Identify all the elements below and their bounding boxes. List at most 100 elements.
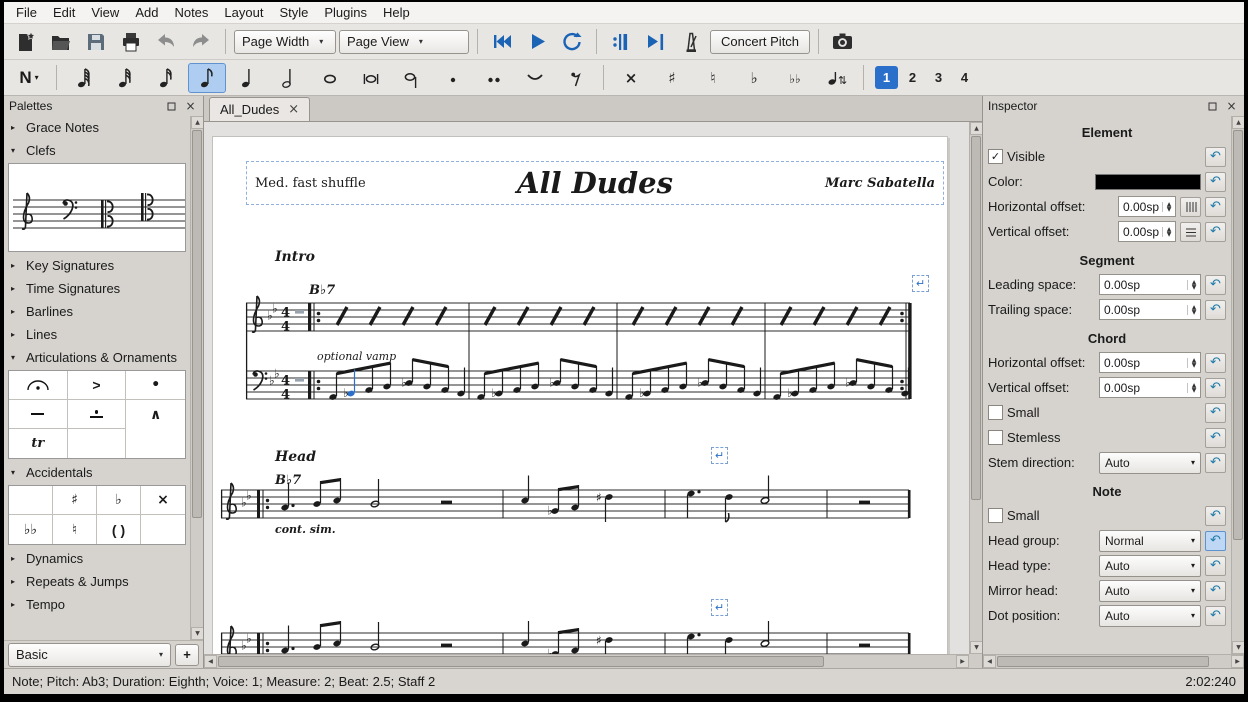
palette-item-key-signatures[interactable]: ▸Key Signatures [4, 254, 190, 277]
score-canvas[interactable]: Med. fast shuffle All Dudes Marc Sabatel… [204, 122, 982, 668]
flat-icon[interactable]: ♭ [735, 63, 773, 93]
score-vertical-scrollbar[interactable]: ▲ ▼ [969, 122, 982, 654]
menu-item-plugins[interactable]: Plugins [316, 3, 375, 22]
zoom-select[interactable]: Page Width▾ [234, 30, 336, 54]
close-panel-icon[interactable]: × [183, 99, 198, 114]
scroll-right-icon[interactable]: ▶ [956, 655, 969, 668]
snap-vertical-grid-button[interactable] [1180, 222, 1201, 242]
note-small-checkbox[interactable] [988, 508, 1003, 523]
stem-direction-select[interactable]: Auto▾ [1099, 452, 1201, 474]
voice-2-button[interactable]: 2 [901, 66, 924, 89]
title-frame[interactable]: Med. fast shuffle All Dudes Marc Sabatel… [246, 161, 944, 205]
palette-item-accidentals[interactable]: ▾Accidentals [4, 461, 190, 484]
menu-item-edit[interactable]: Edit [45, 3, 83, 22]
note-eighth-icon[interactable] [188, 63, 226, 93]
element-vertical-offset-spinbox[interactable]: 0.00sp▲▼ [1118, 221, 1176, 242]
loop-playback-button[interactable] [556, 27, 588, 56]
play-button[interactable] [521, 27, 553, 56]
reset-mirror-head-button[interactable]: ↶ [1205, 581, 1226, 601]
scroll-down-icon[interactable]: ▼ [1232, 641, 1244, 654]
menu-item-layout[interactable]: Layout [216, 3, 271, 22]
inspector-scrollbar[interactable]: ▲ ▼ [1231, 116, 1244, 654]
reset-head-type-button[interactable]: ↶ [1205, 556, 1226, 576]
menu-item-file[interactable]: File [8, 3, 45, 22]
palette-articulation-accent[interactable]: > [68, 371, 127, 400]
palette-item-barlines[interactable]: ▸Barlines [4, 300, 190, 323]
leading-space-spinbox[interactable]: 0.00sp▲▼ [1099, 274, 1201, 295]
palette-articulation-marcato[interactable]: ∧ [126, 400, 185, 429]
image-capture-button[interactable] [827, 27, 859, 56]
reset-stemless-button[interactable]: ↶ [1205, 428, 1226, 448]
composer-text[interactable]: Marc Sabatella [765, 176, 935, 191]
voice-1-button[interactable]: 1 [875, 66, 898, 89]
score-system-1[interactable]: ♭♭♭♭4444B♭7optional vamp♭♭♭♭♭♭♭♭ [213, 281, 913, 431]
line-break-icon[interactable]: ↵ [711, 447, 728, 464]
head-group-select[interactable]: Normal▾ [1099, 530, 1201, 552]
palette-articulation-empty-2[interactable] [126, 429, 185, 458]
scroll-down-icon[interactable]: ▼ [191, 627, 203, 640]
palette-accidental-double-flat[interactable]: ♭♭ [9, 515, 53, 544]
chord-small-checkbox[interactable] [988, 405, 1003, 420]
scroll-up-icon[interactable]: ▲ [1232, 116, 1244, 129]
palette-articulation-empty-1[interactable] [68, 429, 127, 458]
visible-checkbox[interactable]: ✓ [988, 149, 1003, 164]
eighth-rest-icon[interactable] [557, 63, 595, 93]
palette-item-lines[interactable]: ▸Lines [4, 323, 190, 346]
open-file-button[interactable] [45, 27, 77, 56]
augmentation-dot-icon[interactable] [434, 63, 472, 93]
menu-item-view[interactable]: View [83, 3, 127, 22]
scroll-left-icon[interactable]: ◀ [204, 655, 217, 668]
section-label-intro[interactable]: Intro [275, 249, 315, 265]
menu-item-add[interactable]: Add [127, 3, 166, 22]
pan-score-toggle[interactable] [640, 27, 672, 56]
palette-accidental-empty-2[interactable] [141, 515, 185, 544]
palette-accidental-flat[interactable]: ♭ [97, 486, 141, 515]
menu-item-style[interactable]: Style [271, 3, 316, 22]
stemless-checkbox[interactable] [988, 430, 1003, 445]
tempo-text[interactable]: Med. fast shuffle [255, 176, 425, 191]
palette-accidental-sharp[interactable]: ♯ [53, 486, 97, 515]
menu-item-help[interactable]: Help [375, 3, 418, 22]
note-longa-icon[interactable] [393, 63, 431, 93]
double-flat-icon[interactable]: ♭♭ [776, 63, 814, 93]
float-panel-icon[interactable] [1205, 99, 1220, 114]
reset-visible-button[interactable]: ↶ [1205, 147, 1226, 167]
reset-element-horizontal-offset-button[interactable]: ↶ [1205, 197, 1226, 217]
palette-articulation-tenuto[interactable] [9, 400, 68, 429]
undo-button[interactable] [150, 27, 182, 56]
close-tab-icon[interactable]: × [288, 102, 299, 117]
reset-element-vertical-offset-button[interactable]: ↶ [1205, 222, 1226, 242]
save-button[interactable] [80, 27, 112, 56]
reset-chord-horizontal-offset-button[interactable]: ↶ [1205, 353, 1226, 373]
mirror-head-select[interactable]: Auto▾ [1099, 580, 1201, 602]
note-half-icon[interactable] [270, 63, 308, 93]
palette-accidental-natural[interactable]: ♮ [53, 515, 97, 544]
close-panel-icon[interactable]: × [1224, 99, 1239, 114]
reset-chord-small-button[interactable]: ↶ [1205, 403, 1226, 423]
reset-dot-position-button[interactable]: ↶ [1205, 606, 1226, 626]
score-tab[interactable]: All_Dudes × [209, 97, 310, 121]
palette-articulation-fermata[interactable] [9, 371, 68, 400]
note-16th-icon[interactable] [147, 63, 185, 93]
reset-head-group-button[interactable]: ↶ [1205, 531, 1226, 551]
dot-position-select[interactable]: Auto▾ [1099, 605, 1201, 627]
sharp-icon[interactable]: ♯ [653, 63, 691, 93]
concert-pitch-button[interactable]: Concert Pitch [710, 30, 810, 54]
natural-icon[interactable]: ♮ [694, 63, 732, 93]
reset-note-small-button[interactable]: ↶ [1205, 506, 1226, 526]
note-64th-icon[interactable] [65, 63, 103, 93]
voice-3-button[interactable]: 3 [927, 66, 950, 89]
reset-color-button[interactable]: ↶ [1205, 172, 1226, 192]
tie-icon[interactable] [516, 63, 554, 93]
float-panel-icon[interactable] [164, 99, 179, 114]
note-quarter-icon[interactable] [229, 63, 267, 93]
note-whole-icon[interactable] [311, 63, 349, 93]
palette-item-clefs[interactable]: ▾Clefs [4, 139, 190, 162]
scroll-left-icon[interactable]: ◀ [983, 655, 996, 668]
note-32nd-icon[interactable] [106, 63, 144, 93]
palette-item-dynamics[interactable]: ▸Dynamics [4, 547, 190, 570]
note-input-button[interactable]: N▾ [10, 63, 48, 93]
play-repeats-toggle[interactable] [605, 27, 637, 56]
palettes-scrollbar[interactable]: ▲ ▼ [190, 116, 203, 640]
double-augmentation-dot-icon[interactable] [475, 63, 513, 93]
